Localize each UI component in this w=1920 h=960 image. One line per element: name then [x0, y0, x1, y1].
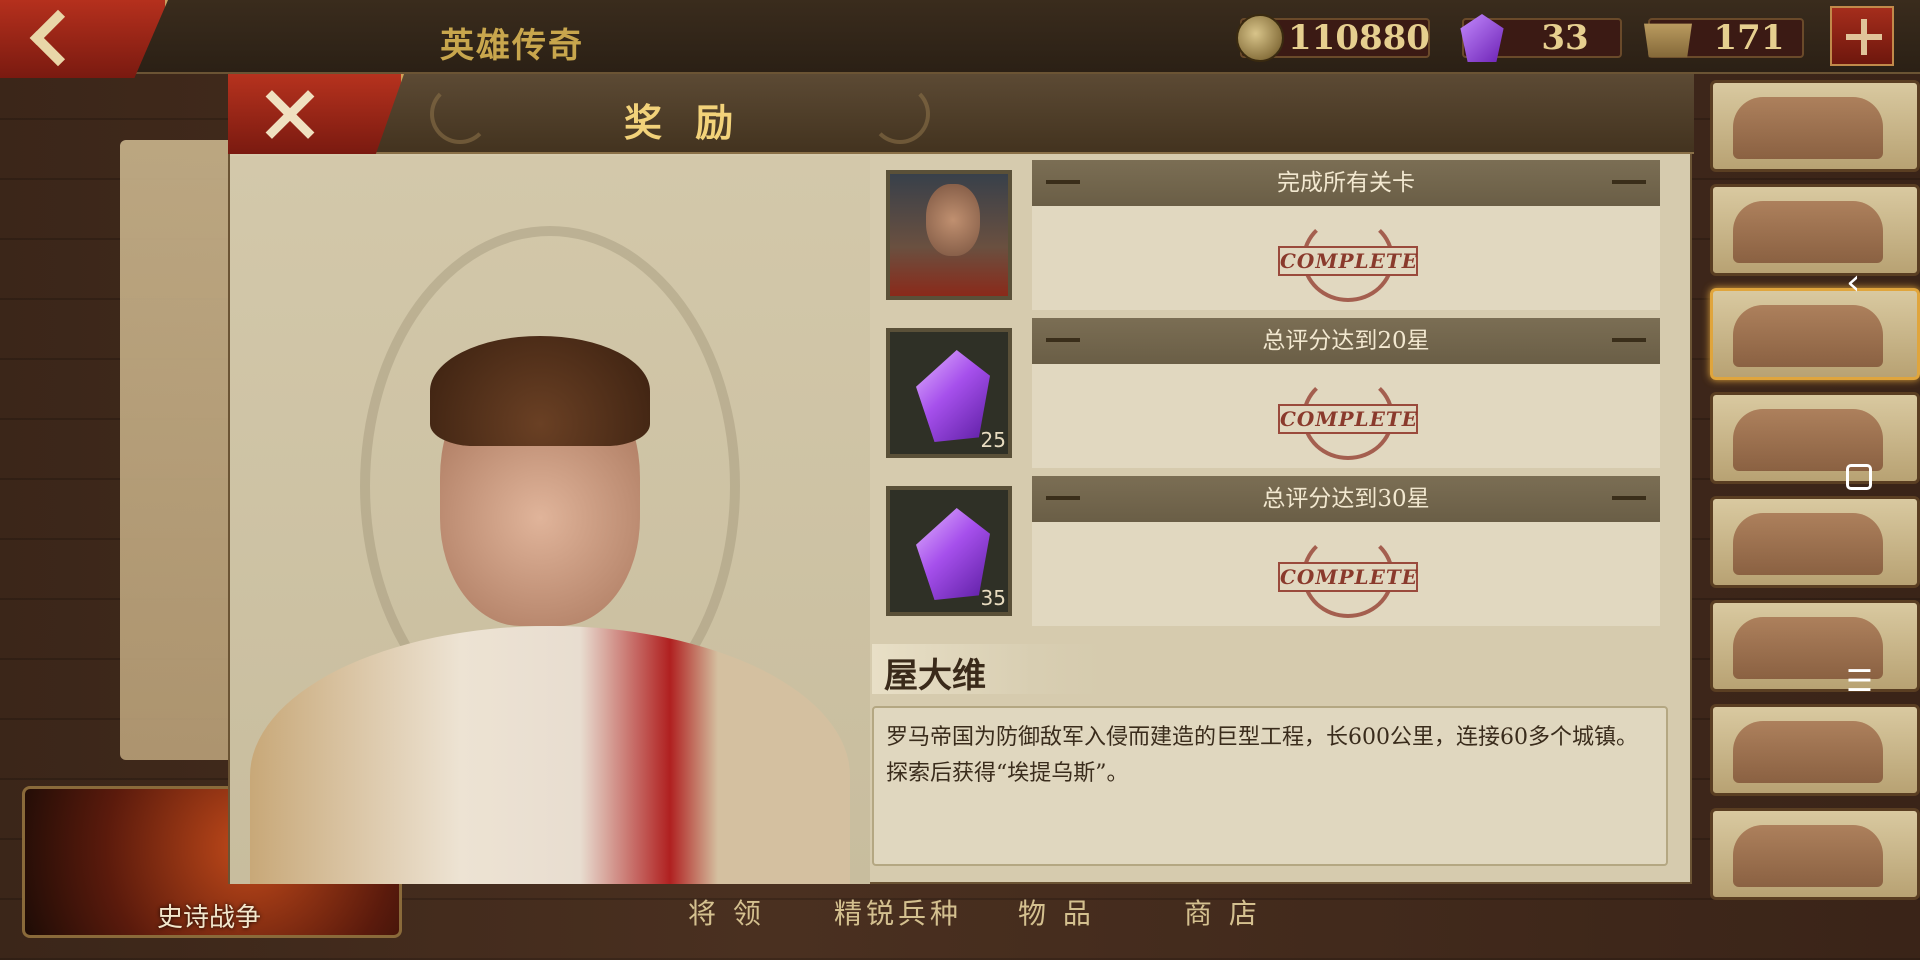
task-banner: 总评分达到30星 — [1032, 476, 1660, 522]
spqr-icon — [1644, 23, 1692, 58]
hero-reward-icon[interactable] — [886, 170, 1012, 300]
back-button[interactable] — [0, 0, 168, 78]
tab-shop[interactable]: 商 店 — [1184, 892, 1261, 932]
task-banner: 总评分达到20星 — [1032, 318, 1660, 364]
close-button[interactable] — [228, 74, 404, 154]
complete-stamp: COMPLETE — [1278, 216, 1418, 302]
status-label: COMPLETE — [1278, 404, 1418, 434]
building-colosseum[interactable] — [1710, 392, 1920, 484]
status-label: COMPLETE — [1278, 246, 1418, 276]
top-bar: 英雄传奇 110880 33 171 — [0, 0, 1920, 78]
description-box: 罗马帝国为防御敌军入侵而建造的巨型工程，长600公里，连接60多个城镇。探索后获… — [872, 706, 1668, 866]
honor-counter[interactable]: 171 — [1644, 18, 1804, 58]
building-art — [1733, 721, 1883, 783]
reward-row: 25 总评分达到20星 COMPLETE — [872, 318, 1680, 470]
ornament-icon — [1046, 180, 1080, 184]
tab-items[interactable]: 物 品 — [1018, 892, 1095, 932]
nav-back-icon[interactable]: ‹ — [1846, 262, 1860, 303]
tab-generals[interactable]: 将 领 — [688, 892, 765, 932]
hero-toga — [250, 626, 850, 884]
nav-home-icon[interactable] — [1846, 464, 1872, 490]
coin-icon — [1236, 14, 1284, 62]
hero-name: 屋大维 — [884, 656, 986, 696]
building-wall[interactable] — [1710, 704, 1920, 796]
reward-dialog: 奖 励 完成所有关卡 COMPLETE 25 总评分达到20星 COMPLETE… — [228, 72, 1694, 884]
hero-name-plate: 屋大维 — [872, 644, 1102, 696]
ornament-icon — [1612, 496, 1646, 500]
building-art — [1733, 201, 1883, 263]
building-city-selected[interactable] — [1710, 288, 1920, 380]
coin-value: 110880 — [1288, 18, 1430, 58]
honor-value: 171 — [1713, 18, 1785, 58]
hero-hair — [430, 336, 650, 446]
hero-portrait — [230, 156, 870, 884]
reward-row: 35 总评分达到30星 COMPLETE — [872, 476, 1680, 628]
ornament-icon — [1612, 180, 1646, 184]
task-label: 总评分达到20星 — [1262, 328, 1430, 354]
building-fortress[interactable] — [1710, 184, 1920, 276]
building-art — [1733, 305, 1883, 367]
gem-reward-icon[interactable]: 35 — [886, 486, 1012, 616]
add-currency-button[interactable] — [1830, 6, 1894, 66]
building-petra[interactable] — [1710, 808, 1920, 900]
gem-counter[interactable]: 33 — [1460, 14, 1622, 62]
laurel-left-icon — [430, 84, 490, 144]
epic-war-label: 史诗战争 — [157, 903, 262, 933]
laurel-right-icon — [870, 84, 930, 144]
complete-stamp: COMPLETE — [1278, 374, 1418, 460]
description-text: 罗马帝国为防御敌军入侵而建造的巨型工程，长600公里，连接60多个城镇。探索后获… — [886, 725, 1638, 786]
complete-stamp: COMPLETE — [1278, 532, 1418, 618]
hero-face-icon — [926, 184, 980, 256]
dialog-title: 奖 励 — [624, 100, 744, 145]
dialog-header: 奖 励 — [228, 74, 1694, 154]
ornament-icon — [1046, 338, 1080, 342]
page-title: 英雄传奇 — [440, 26, 584, 66]
building-strip — [1710, 80, 1920, 960]
building-art — [1733, 97, 1883, 159]
gem-icon — [916, 508, 990, 600]
tab-elite-troops[interactable]: 精锐兵种 — [834, 892, 962, 932]
reward-row: 完成所有关卡 COMPLETE — [872, 160, 1680, 312]
gem-icon — [1460, 14, 1504, 62]
building-temple[interactable] — [1710, 600, 1920, 692]
reward-count: 35 — [980, 586, 1006, 610]
building-art — [1733, 513, 1883, 575]
building-art — [1733, 409, 1883, 471]
gem-value: 33 — [1541, 18, 1589, 58]
building-ruins[interactable] — [1710, 496, 1920, 588]
gem-icon — [916, 350, 990, 442]
task-banner: 完成所有关卡 — [1032, 160, 1660, 206]
coin-counter[interactable]: 110880 — [1236, 14, 1430, 62]
reward-count: 25 — [980, 428, 1006, 452]
gem-reward-icon[interactable]: 25 — [886, 328, 1012, 458]
status-label: COMPLETE — [1278, 562, 1418, 592]
ornament-icon — [1612, 338, 1646, 342]
building-art — [1733, 825, 1883, 887]
ornament-icon — [1046, 496, 1080, 500]
task-label: 完成所有关卡 — [1277, 170, 1415, 196]
nav-menu-icon[interactable]: ☰ — [1846, 664, 1873, 699]
building-forest[interactable] — [1710, 80, 1920, 172]
back-arrow-icon — [29, 9, 87, 67]
task-label: 总评分达到30星 — [1262, 486, 1430, 512]
